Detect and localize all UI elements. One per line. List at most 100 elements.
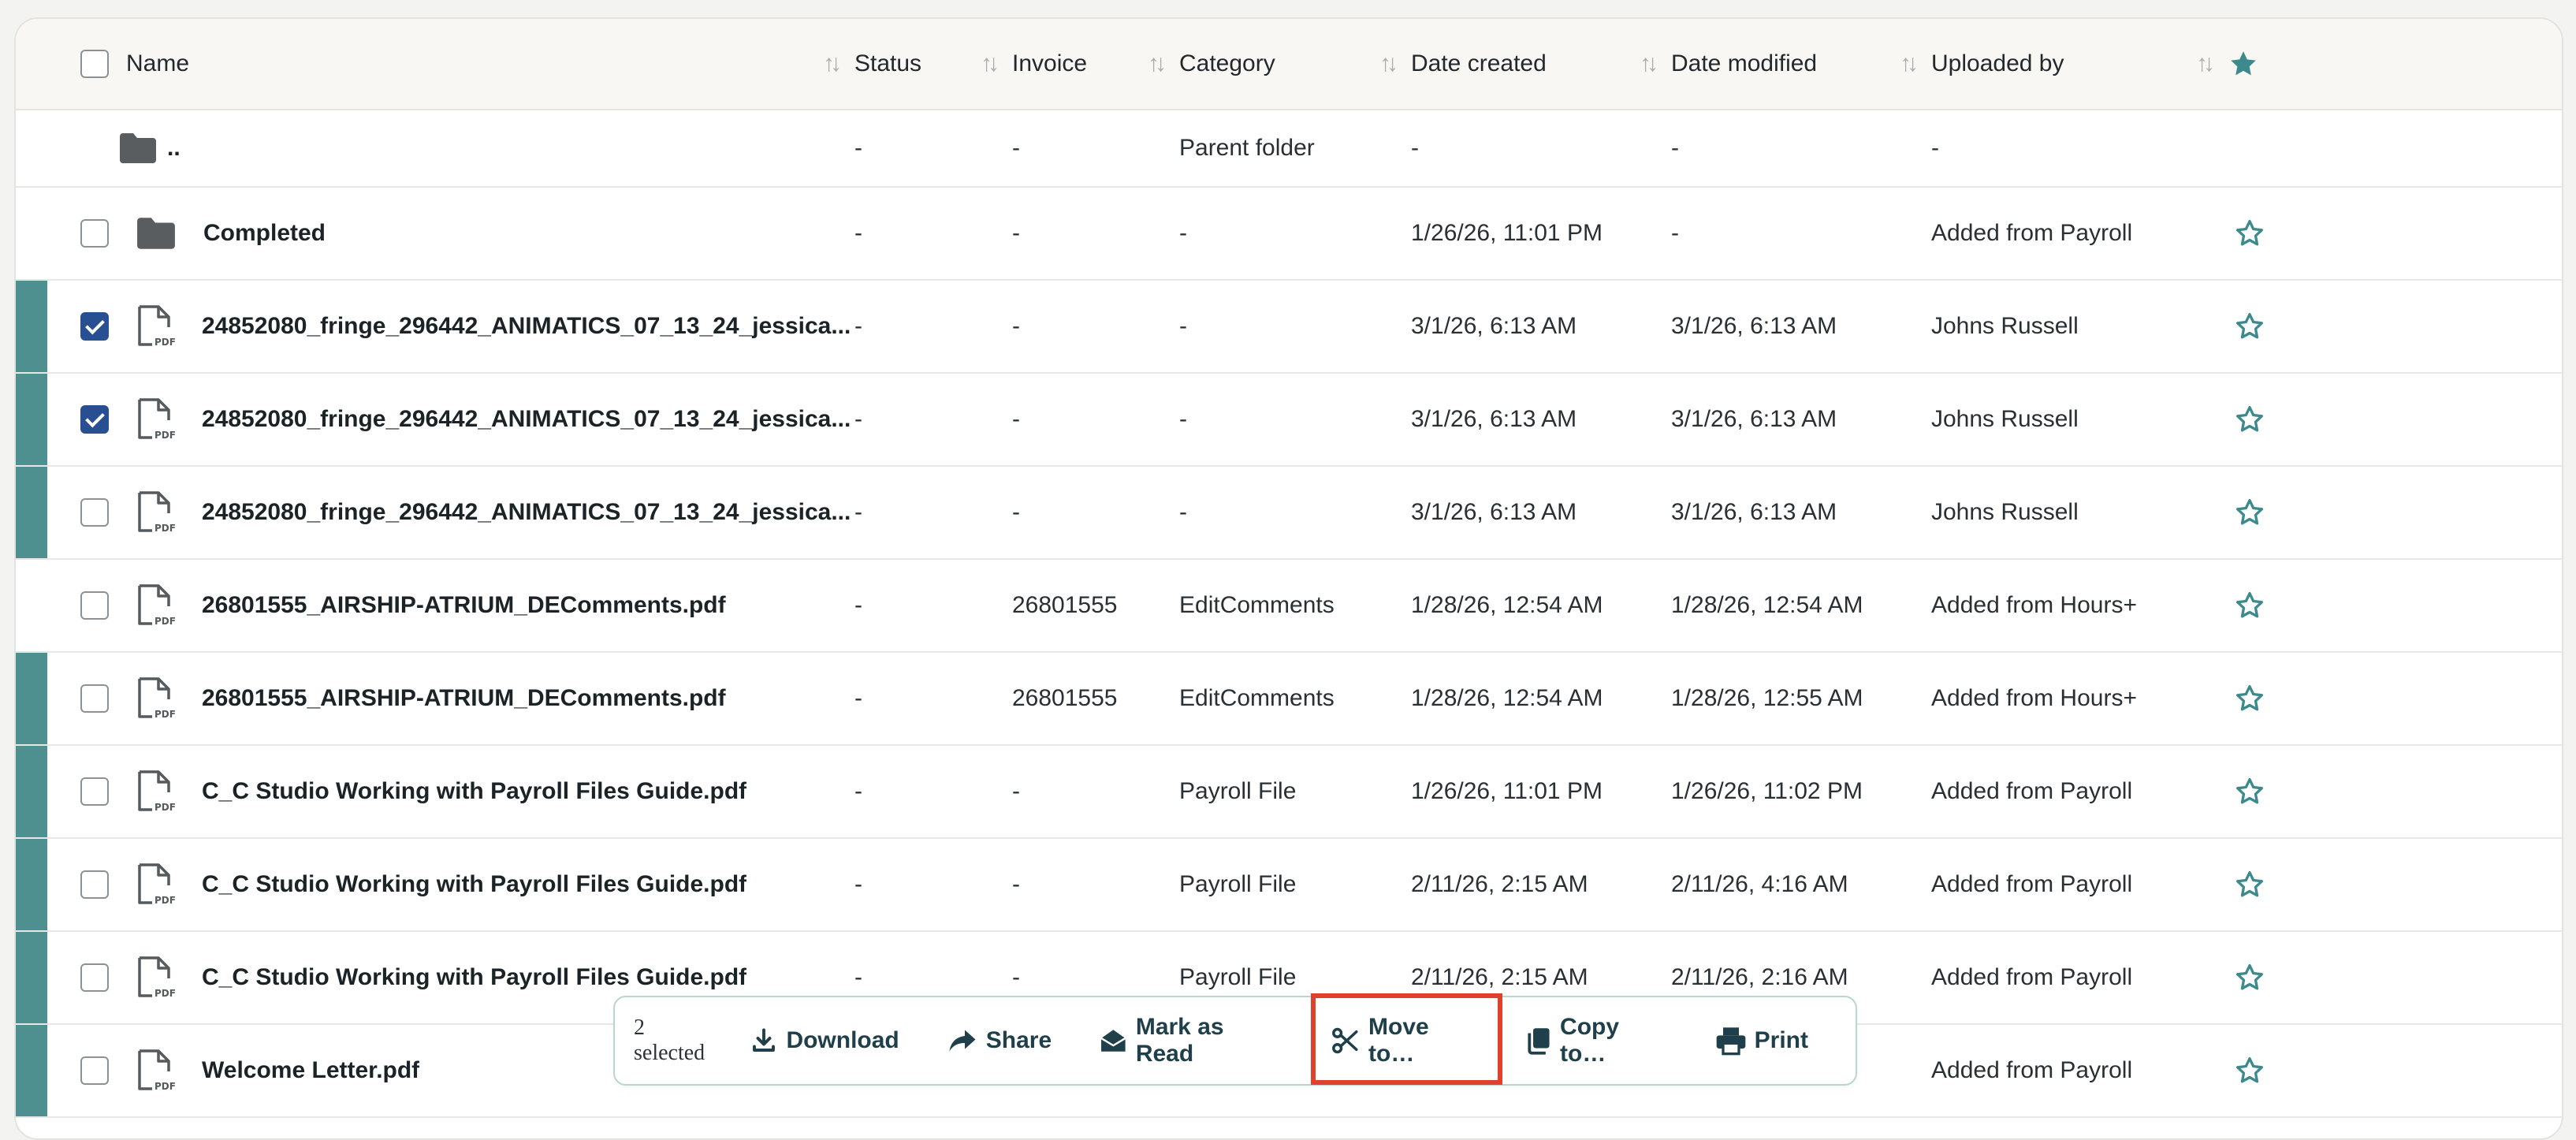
column-header-category[interactable]: Category ↑↓ [1179,19,1411,109]
favorite-toggle[interactable] [2228,281,2385,372]
cell-status: - [854,592,862,618]
download-icon [753,1028,776,1052]
favorite-toggle[interactable] [2228,932,2385,1023]
svg-text:PDF: PDF [154,616,175,627]
column-header-uploaded-by[interactable]: Uploaded by ↑↓ [1931,19,2228,109]
cell-invoice: - [1012,871,1020,897]
row-menu-button[interactable] [2385,839,2562,930]
favorite-toggle[interactable] [2228,188,2385,279]
file-name[interactable]: 26801555_AIRSHIP-ATRIUM_DEComments.pdf [202,685,726,712]
row-menu-button[interactable] [2385,746,2562,837]
row-checkbox[interactable] [80,777,109,806]
share-button[interactable]: Share [947,1026,1052,1055]
table-row[interactable]: PDF 26801555_AIRSHIP-ATRIUM_DEComments.pd… [16,560,2562,653]
cell-uploaded-by: Added from Payroll [1931,778,2133,804]
star-outline-icon [2236,313,2263,339]
favorite-toggle[interactable] [2228,467,2385,558]
cell-invoice: - [1012,313,1020,339]
star-outline-icon [2236,778,2263,804]
row-checkbox[interactable] [80,219,109,248]
pdf-file-icon: PDF [138,305,175,348]
cell-invoice: - [1012,499,1020,525]
table-row[interactable]: PDF 24852080_fringe_296442_ANIMATICS_07_1… [16,374,2562,467]
table-row[interactable]: Completed - - - 1/26/26, 11:01 PM - Added from… [16,188,2562,281]
row-menu-button[interactable] [2385,374,2562,465]
row-menu-button[interactable] [2385,653,2562,744]
cell-uploaded-by: Added from Payroll [1931,871,2133,897]
row-checkbox[interactable] [80,684,109,713]
row-menu-button[interactable] [2385,560,2562,651]
svg-text:PDF: PDF [154,988,175,999]
file-name[interactable]: C_C Studio Working with Payroll Files Gu… [202,871,746,898]
star-outline-icon [2236,685,2263,711]
row-checkbox[interactable] [80,405,109,434]
row-menu-button[interactable] [2385,1025,2562,1116]
row-status-stripe [16,746,47,837]
cell-date-created: 1/26/26, 11:01 PM [1411,220,1603,246]
file-name[interactable]: Completed [203,220,326,247]
table-row[interactable]: PDF C_C Studio Working with Payroll Files… [16,746,2562,839]
row-checkbox[interactable] [80,1056,109,1085]
row-checkbox[interactable] [80,312,109,341]
favorite-toggle[interactable] [2228,560,2385,651]
column-header-name[interactable]: Name ↑↓ [126,19,854,109]
favorite-toggle[interactable] [2228,653,2385,744]
pdf-file-icon: PDF [138,677,175,720]
file-name[interactable]: 26801555_AIRSHIP-ATRIUM_DEComments.pdf [202,592,726,619]
row-menu-button[interactable] [2385,188,2562,279]
row-menu-button[interactable] [2385,281,2562,372]
star-outline-icon [2236,964,2263,990]
sort-icon[interactable]: ↑↓ [1379,50,1398,77]
row-menu-button[interactable] [2385,467,2562,558]
mark-as-read-button[interactable]: Mark as Read [1099,1014,1282,1067]
column-header-status[interactable]: Status ↑↓ [854,19,1012,109]
cell-status: - [854,406,862,432]
sort-icon[interactable]: ↑↓ [1148,50,1167,77]
file-name[interactable]: 24852080_fringe_296442_ANIMATICS_07_13_2… [202,406,851,433]
file-name[interactable]: C_C Studio Working with Payroll Files Gu… [202,778,746,805]
file-name[interactable]: 24852080_fringe_296442_ANIMATICS_07_13_2… [202,313,851,340]
select-all-checkbox[interactable] [80,50,109,78]
sort-icon[interactable]: ↑↓ [823,50,842,77]
svg-text:PDF: PDF [154,337,175,348]
file-list-panel: Name ↑↓ Status ↑↓ Invoice ↑↓ Category ↑↓ Dat… [14,17,2563,1140]
sort-icon[interactable]: ↑↓ [981,50,1000,77]
column-header-invoice[interactable]: Invoice ↑↓ [1012,19,1179,109]
file-name[interactable]: 24852080_fringe_296442_ANIMATICS_07_13_2… [202,499,851,526]
pdf-file-icon: PDF [138,584,175,627]
row-checkbox[interactable] [80,870,109,899]
favorite-toggle[interactable] [2228,374,2385,465]
svg-text:PDF: PDF [154,523,175,534]
download-button[interactable]: Download [750,1026,899,1055]
favorite-toggle[interactable] [2228,1025,2385,1116]
table-row[interactable]: PDF 24852080_fringe_296442_ANIMATICS_07_1… [16,281,2562,374]
sort-icon[interactable]: ↑↓ [1640,50,1658,77]
copy-to-button[interactable]: Copy to… [1524,1014,1667,1067]
svg-text:PDF: PDF [154,1081,175,1092]
column-header-favorite[interactable] [2228,19,2385,109]
column-header-date-modified[interactable]: Date modified ↑↓ [1671,19,1931,109]
sort-icon[interactable]: ↑↓ [2196,50,2215,77]
cell-uploaded-by: Johns Russell [1931,313,2079,339]
sort-icon[interactable]: ↑↓ [1900,50,1919,77]
favorite-toggle[interactable] [2228,839,2385,930]
table-row[interactable]: PDF 26801555_AIRSHIP-ATRIUM_DEComments.pd… [16,653,2562,746]
parent-folder-row[interactable]: .. - - Parent folder - - - [16,110,2562,188]
print-button[interactable]: Print [1715,1026,1808,1056]
row-checkbox[interactable] [80,963,109,992]
cell-category: - [1179,220,1187,246]
printer-icon [1716,1027,1745,1056]
folder-icon [120,133,156,163]
cell-invoice: - [1012,778,1020,804]
cell-date-modified: 1/28/26, 12:54 AM [1671,592,1863,618]
file-name[interactable]: Welcome Letter.pdf [202,1057,419,1084]
table-row[interactable]: PDF 24852080_fringe_296442_ANIMATICS_07_1… [16,467,2562,560]
column-header-date-created[interactable]: Date created ↑↓ [1411,19,1671,109]
file-name[interactable]: C_C Studio Working with Payroll Files Gu… [202,964,746,991]
table-row[interactable]: PDF C_C Studio Working with Payroll Files… [16,839,2562,932]
cell-date-modified: 3/1/26, 6:13 AM [1671,499,1837,525]
favorite-toggle[interactable] [2228,746,2385,837]
row-checkbox[interactable] [80,591,109,620]
row-checkbox[interactable] [80,498,109,527]
row-menu-button[interactable] [2385,932,2562,1023]
